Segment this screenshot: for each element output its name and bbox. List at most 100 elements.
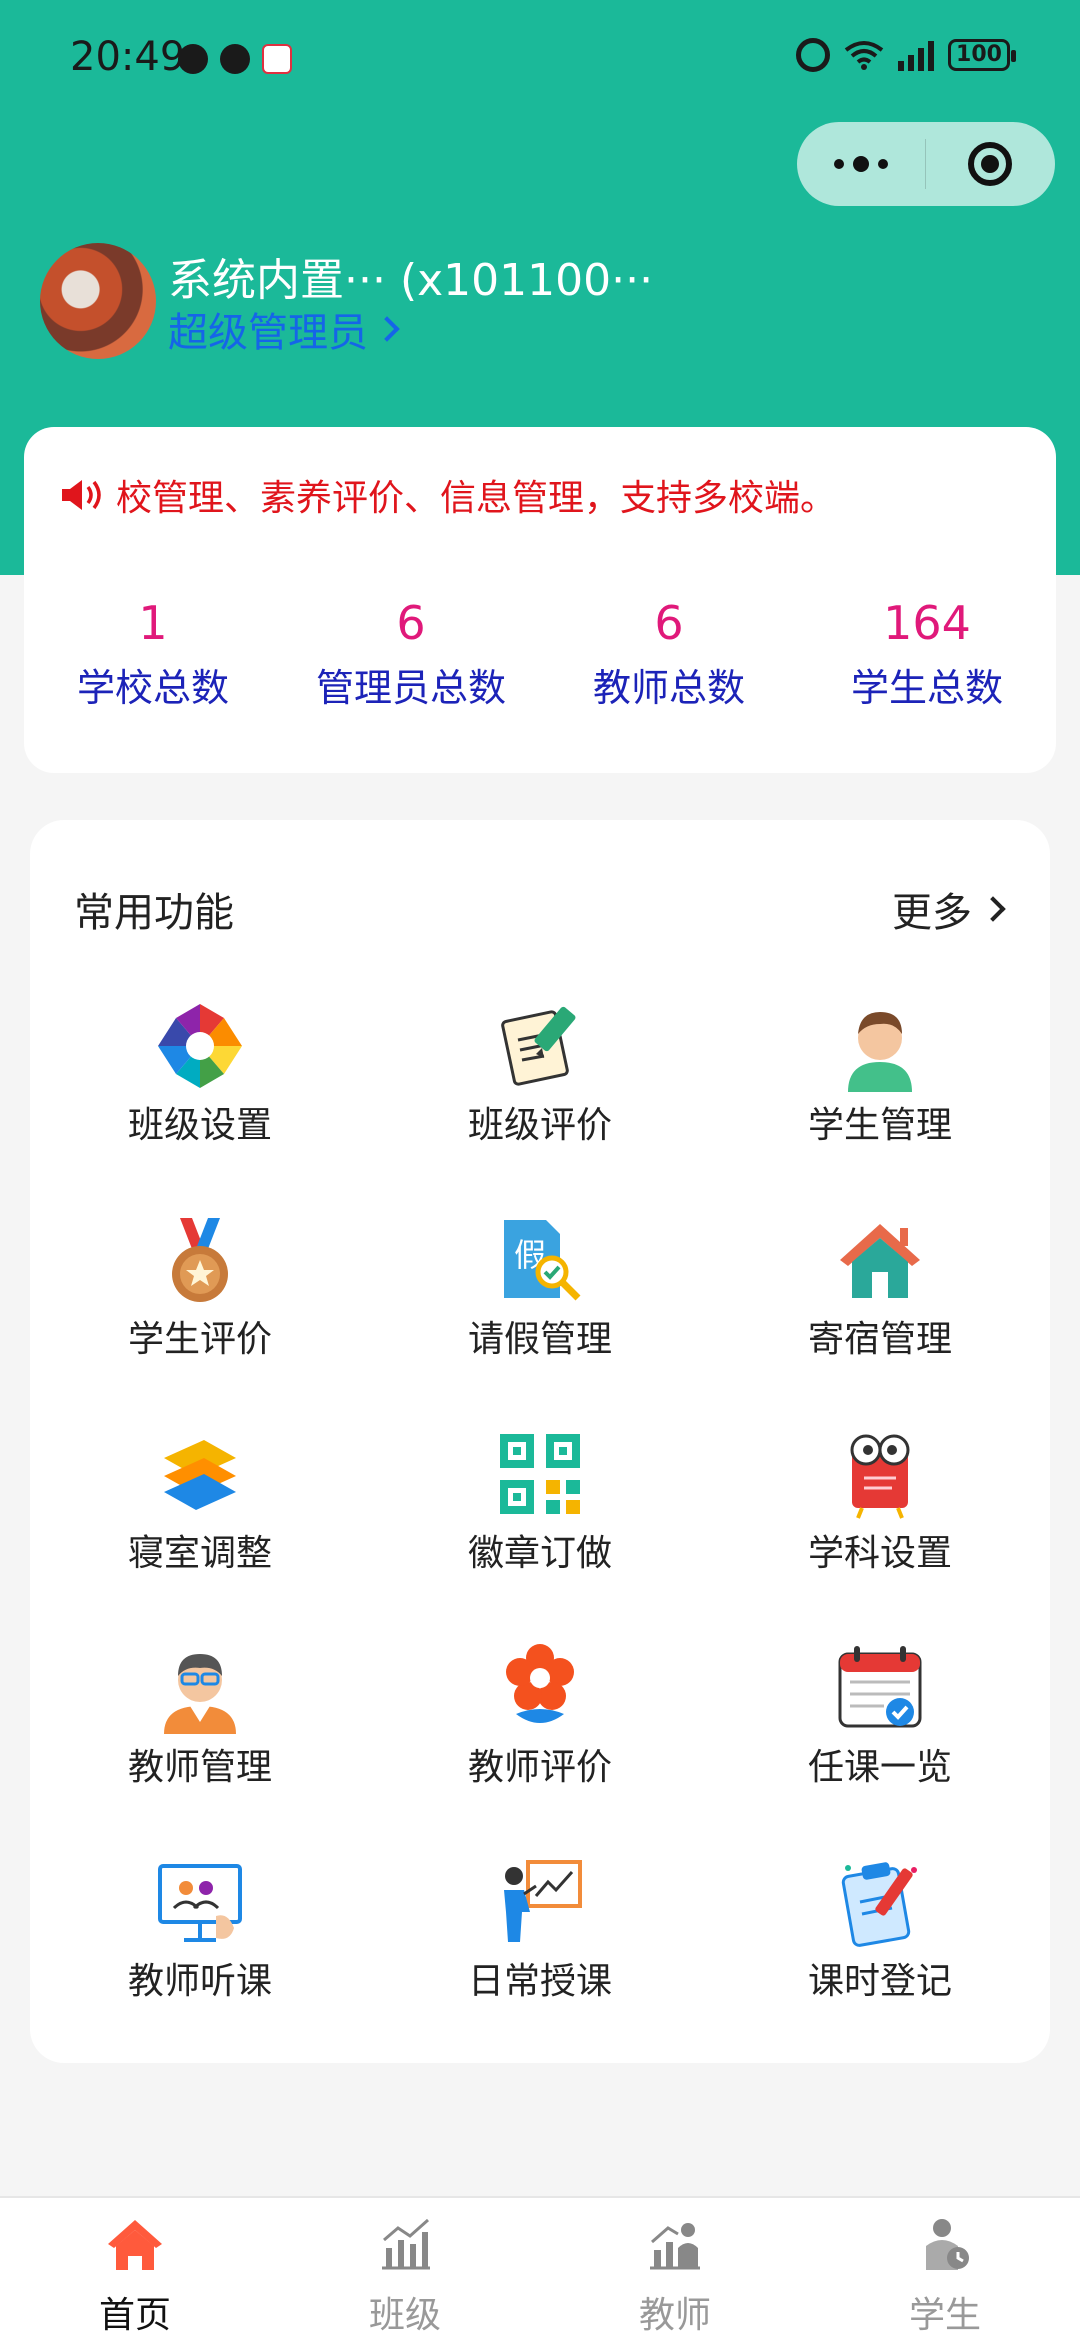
- function-lecture-audit[interactable]: 教师听课: [30, 1856, 370, 2070]
- document-pen-icon: [501, 1006, 576, 1086]
- house-icon: [840, 1224, 920, 1298]
- target-close-icon: [968, 142, 1012, 186]
- status-time: 20:49: [70, 34, 186, 80]
- user-name: 系统内置··· (x101100···: [168, 255, 654, 306]
- stat-admins[interactable]: 6 管理员总数: [282, 595, 540, 712]
- function-grid: 班级设置 班级评价 学生管理 学生评价 假 请假管理 寄宿管理 寝室调整 徽章订…: [30, 1000, 1050, 2070]
- close-miniprogram-button[interactable]: [926, 122, 1054, 206]
- student-icon: [926, 2219, 969, 2270]
- tab-home[interactable]: 首页: [0, 2198, 270, 2340]
- function-daily-teaching[interactable]: 日常授课: [370, 1856, 710, 2070]
- dot-icon: [878, 159, 888, 169]
- lecture-board-icon: [504, 1860, 582, 1942]
- status-notification-icons: [178, 44, 292, 74]
- function-subject-settings[interactable]: 学科设置: [710, 1428, 1050, 1642]
- stat-value: 164: [883, 596, 971, 650]
- book-owl-icon: [850, 1434, 910, 1519]
- stat-value: 6: [396, 596, 426, 650]
- stat-value: 1: [138, 596, 168, 650]
- home-icon: [108, 2220, 162, 2270]
- signal-4g-icon: [898, 39, 934, 71]
- function-student-evaluation[interactable]: 学生评价: [30, 1214, 370, 1428]
- function-dorm-management[interactable]: 寄宿管理: [710, 1214, 1050, 1428]
- stat-teachers[interactable]: 6 教师总数: [540, 595, 798, 712]
- hand-app-icon: [220, 44, 250, 74]
- function-label: 徽章订做: [467, 1533, 612, 1574]
- miniprogram-capsule: [797, 122, 1055, 206]
- medal-icon: [172, 1218, 228, 1302]
- function-course-overview[interactable]: 任课一览: [710, 1642, 1050, 1856]
- qr-code-icon: [500, 1434, 580, 1514]
- stats-card: 校管理、素养评价、信息管理，支持多校端。 1 学校总数 6 管理员总数 6 教师…: [24, 427, 1056, 773]
- leave-doc-icon: 假: [504, 1220, 581, 1301]
- stat-label: 学校总数: [76, 666, 229, 710]
- function-badge-order[interactable]: 徽章订做: [370, 1428, 710, 1642]
- notice-text: 校管理、素养评价、信息管理，支持多校端。: [116, 478, 837, 519]
- presentation-screen-icon: [158, 1864, 242, 1942]
- function-student-management[interactable]: 学生管理: [710, 1000, 1050, 1214]
- speaker-icon: [62, 480, 101, 510]
- function-label: 班级设置: [127, 1105, 272, 1146]
- function-label: 请假管理: [467, 1319, 612, 1360]
- function-label: 班级评价: [467, 1105, 612, 1146]
- audio-app-icon: [178, 44, 208, 74]
- function-label: 日常授课: [467, 1961, 612, 2002]
- chevron-right-icon: [980, 896, 1006, 922]
- robot-app-icon: [262, 44, 292, 74]
- tab-class[interactable]: 班级: [270, 2198, 540, 2340]
- more-functions-link[interactable]: 更多: [892, 880, 1006, 938]
- stat-label: 教师总数: [592, 666, 745, 710]
- function-label: 教师管理: [127, 1747, 272, 1788]
- tab-teacher[interactable]: 教师: [540, 2198, 810, 2340]
- user-role-link[interactable]: 超级管理员: [168, 300, 400, 358]
- tab-label: 学生: [908, 2295, 981, 2336]
- function-teacher-management[interactable]: 教师管理: [30, 1642, 370, 1856]
- student-avatar-icon: [848, 1012, 912, 1092]
- chart-icon: [382, 2218, 430, 2270]
- chevron-right-icon: [374, 316, 400, 342]
- function-class-settings[interactable]: 班级设置: [30, 1000, 370, 1214]
- stat-schools[interactable]: 1 学校总数: [24, 595, 282, 712]
- stat-label: 学生总数: [850, 666, 1003, 710]
- clipboard-icon: [841, 1862, 917, 1947]
- teacher-chart-icon: [650, 2223, 700, 2270]
- function-label: 学科设置: [807, 1533, 952, 1574]
- tab-label: 首页: [98, 2295, 171, 2336]
- status-system-icons: 100: [796, 38, 1016, 72]
- avatar[interactable]: [40, 243, 156, 359]
- aperture-icon: [158, 1004, 242, 1088]
- common-functions-card: 常用功能 更多 班级设置 班级评价 学生管理 学生评价 假 请假管理 寄宿管理 …: [30, 820, 1050, 2063]
- function-label: 寄宿管理: [807, 1319, 952, 1360]
- stats-row: 1 学校总数 6 管理员总数 6 教师总数 164 学生总数: [24, 595, 1056, 712]
- function-label: 任课一览: [807, 1747, 952, 1788]
- function-class-hour-registration[interactable]: 课时登记: [710, 1856, 1050, 2070]
- battery-icon: 100: [948, 39, 1016, 71]
- status-bar: 20:49 100: [0, 0, 1080, 120]
- function-label: 寝室调整: [127, 1533, 272, 1574]
- function-dorm-adjustment[interactable]: 寝室调整: [30, 1428, 370, 1642]
- stat-students[interactable]: 164 学生总数: [798, 595, 1056, 712]
- stat-label: 管理员总数: [315, 666, 506, 710]
- tab-label: 教师: [638, 2295, 711, 2336]
- wifi-icon: [844, 41, 884, 70]
- bottom-tab-bar: 首页 班级 教师 学生: [0, 2196, 1080, 2340]
- more-label: 更多: [892, 890, 972, 936]
- alarm-icon: [796, 38, 830, 72]
- function-leave-management[interactable]: 假 请假管理: [370, 1214, 710, 1428]
- tab-student[interactable]: 学生: [810, 2198, 1080, 2340]
- section-title: 常用功能: [74, 890, 234, 936]
- function-label: 学生管理: [807, 1105, 952, 1146]
- function-class-evaluation[interactable]: 班级评价: [370, 1000, 710, 1214]
- calendar-check-icon: [838, 1646, 922, 1728]
- notice-bar[interactable]: 校管理、素养评价、信息管理，支持多校端。: [60, 469, 836, 521]
- teacher-avatar-icon: [164, 1654, 236, 1734]
- function-label: 教师评价: [467, 1747, 612, 1788]
- function-label: 学生评价: [127, 1319, 272, 1360]
- function-label: 课时登记: [807, 1961, 952, 2002]
- more-options-button[interactable]: [797, 122, 925, 206]
- tab-label: 班级: [368, 2295, 441, 2336]
- function-teacher-evaluation[interactable]: 教师评价: [370, 1642, 710, 1856]
- function-label: 教师听课: [127, 1961, 272, 2002]
- user-role-label: 超级管理员: [168, 310, 368, 356]
- layers-icon: [164, 1440, 236, 1510]
